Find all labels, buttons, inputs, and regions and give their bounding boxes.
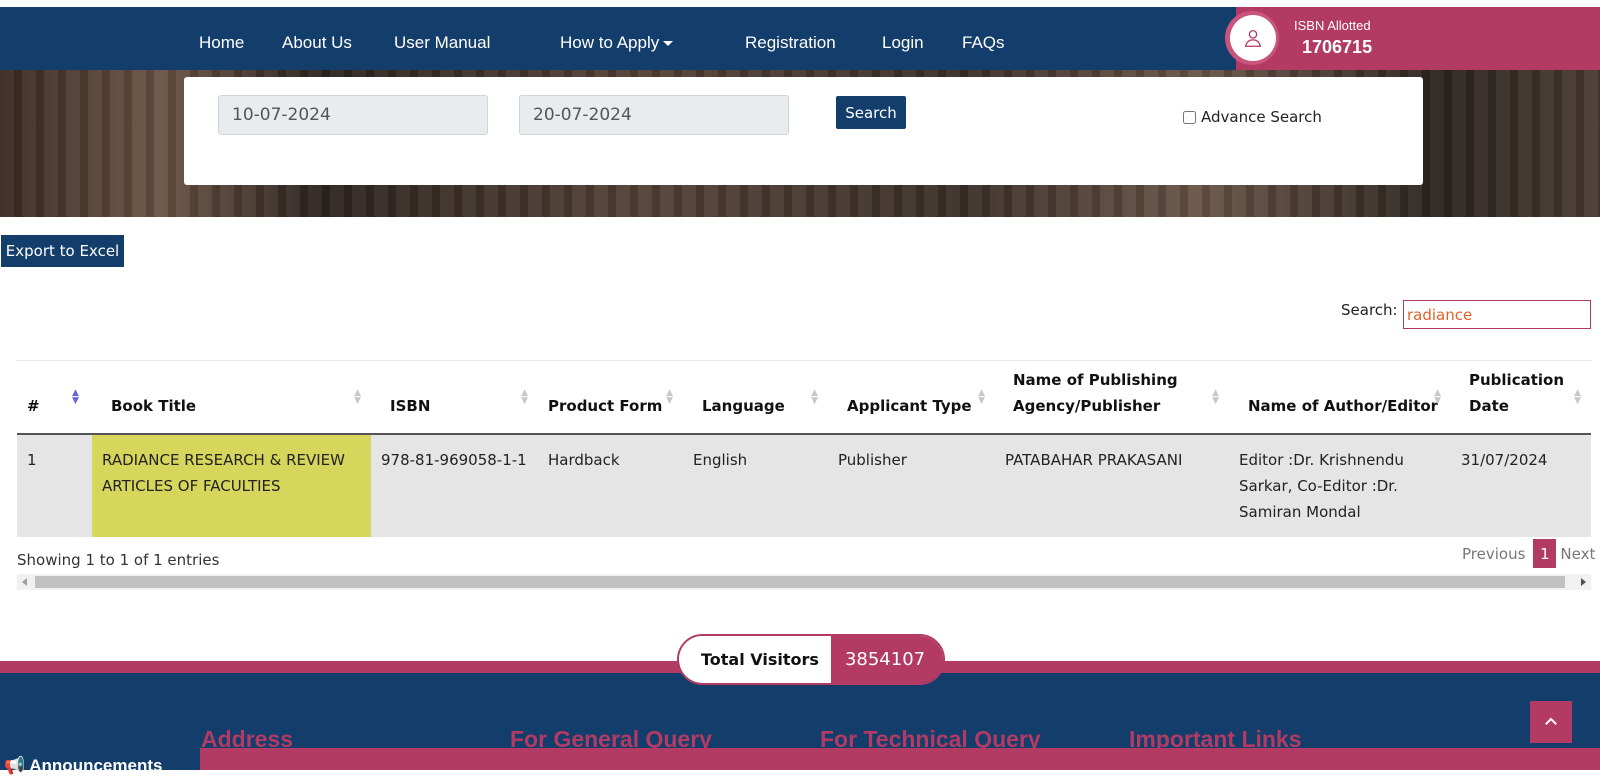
sort-icon: ▲ ▼ [521,388,528,406]
col-header-label: ISBN [390,396,431,415]
advance-search-checkbox[interactable] [1183,110,1196,124]
megaphone-icon: 📢 [4,756,26,775]
pagination-page-1[interactable]: 1 [1533,539,1557,568]
nav-faqs[interactable]: FAQs [962,33,1005,53]
isbn-allotted-count: 1706715 [1302,37,1373,57]
nav-user-manual[interactable]: User Manual [394,33,490,53]
cell-product-form: Hardback [538,433,683,537]
export-to-excel-button[interactable]: Export to Excel [1,235,124,267]
nav-about-us[interactable]: About Us [282,33,352,53]
total-visitors-label: Total Visitors [679,636,831,683]
table-row: 1 RADIANCE RESEARCH & REVIEW ARTICLES OF… [17,433,1591,537]
sort-icon: ▲ ▼ [354,388,361,406]
col-header-isbn[interactable]: ISBN ▲ ▼ [371,360,538,435]
announcements-label[interactable]: 📢 Announcements [4,756,162,776]
advance-search-label: Advance Search [1201,108,1322,126]
from-date-input[interactable] [218,95,488,135]
nav-registration[interactable]: Registration [745,33,836,53]
sort-icon: ▲ ▼ [1434,388,1441,406]
col-header-label: Book Title [111,396,197,415]
col-header-language[interactable]: Language ▲ ▼ [683,360,828,435]
top-strip [0,0,1600,7]
caret-down-icon [663,41,674,47]
pagination-next[interactable]: Next [1560,545,1595,563]
cell-author-editor: Editor :Dr. Krishnendu Sarkar, Co-Editor… [1229,433,1451,537]
col-header-label: # [27,396,40,415]
sort-icon: ▲ ▼ [978,388,985,406]
scrollbar-thumb[interactable] [35,576,1565,588]
col-header-label: Name of Publishing Agency/Publisher [1013,370,1178,415]
nav-how-to-apply[interactable]: How to Apply [560,33,674,53]
horizontal-scrollbar[interactable] [17,574,1591,590]
col-header-label: Publication Date [1469,370,1565,415]
user-icon [1230,15,1276,61]
sort-icon: ▲ ▼ [666,388,673,406]
col-header-label: Product Form [548,396,663,415]
back-to-top-button[interactable] [1530,701,1572,743]
col-header-author-editor[interactable]: Name of Author/Editor ▲ ▼ [1229,360,1451,435]
cell-publication-date: 31/07/2024 [1451,433,1591,537]
col-header-book-title[interactable]: Book Title ▲ ▼ [92,360,371,435]
cell-isbn: 978-81-969058-1-1 [371,433,538,537]
nav-home[interactable]: Home [199,33,244,53]
col-header-product-form[interactable]: Product Form ▲ ▼ [538,360,683,435]
scroll-left-arrow-icon[interactable] [22,578,27,586]
cell-language: English [683,433,828,537]
nav-how-to-apply-label: How to Apply [560,33,660,52]
search-card: Search Advance Search [184,77,1423,185]
advance-search-toggle[interactable]: Advance Search [1183,108,1322,126]
search-button[interactable]: Search [836,96,906,129]
col-header-publication-date[interactable]: Publication Date ▲ ▼ [1451,360,1591,435]
col-header-publisher[interactable]: Name of Publishing Agency/Publisher ▲ ▼ [995,360,1229,435]
showing-entries-info: Showing 1 to 1 of 1 entries [17,551,220,569]
sort-asc-icon: ▲ ▼ [72,388,79,406]
table-search-label: Search: [1341,301,1398,319]
chevron-up-icon [1545,717,1557,725]
col-header-label: Name of Author/Editor [1248,396,1439,415]
isbn-allotted-label: ISBN Allotted [1294,18,1371,33]
total-visitors-badge: Total Visitors 3854107 [677,634,946,685]
announcements-text: Announcements [29,756,163,775]
pagination: Previous 1 Next [1462,539,1595,568]
sort-icon: ▲ ▼ [1212,388,1219,406]
scroll-right-arrow-icon[interactable] [1581,578,1586,586]
col-header-label: Applicant Type [847,396,972,415]
sort-icon: ▲ ▼ [811,388,818,406]
pagination-previous[interactable]: Previous [1462,545,1525,563]
isbn-allotted-panel [1236,7,1600,70]
col-header-index[interactable]: # ▲ ▼ [17,360,92,435]
cell-applicant-type: Publisher [828,433,995,537]
cell-book-title: RADIANCE RESEARCH & REVIEW ARTICLES OF F… [92,433,371,537]
col-header-label: Language [702,396,785,415]
cell-publisher: PATABAHAR PRAKASANI [995,433,1229,537]
cell-index: 1 [17,433,92,537]
table-search-input[interactable] [1403,300,1591,329]
total-visitors-count: 3854107 [830,636,944,683]
sort-icon: ▲ ▼ [1574,388,1581,406]
nav-login[interactable]: Login [882,33,924,53]
col-header-applicant-type[interactable]: Applicant Type ▲ ▼ [828,360,995,435]
announcements-bar [200,748,1600,770]
to-date-input[interactable] [519,95,789,135]
results-table: # ▲ ▼ Book Title ▲ ▼ ISBN ▲ ▼ Product Form ▲ ▼ L… [17,360,1591,537]
